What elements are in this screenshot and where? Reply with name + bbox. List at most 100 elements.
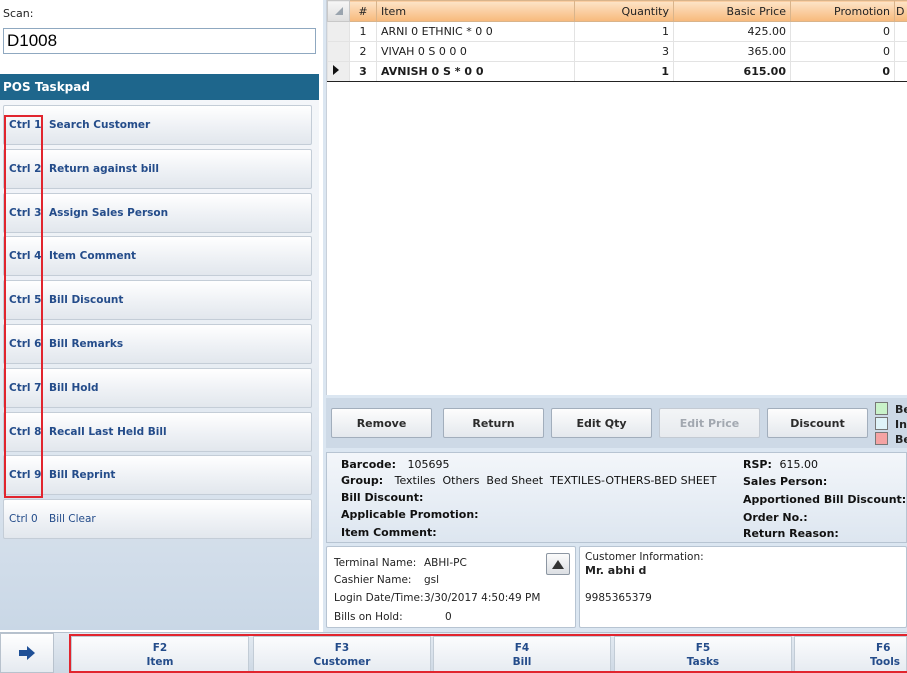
terminal-name-value: ABHI-PC: [424, 557, 467, 569]
select-all-icon: [334, 6, 343, 15]
row-indicator[interactable]: [327, 21, 350, 42]
taskpad-bill-remarks-button[interactable]: Ctrl 6 Bill Remarks: [3, 324, 312, 364]
function-key: F2: [152, 641, 168, 654]
scan-label: Scan:: [3, 7, 34, 20]
terminal-info-panel: Terminal Name: ABHI-PC Cashier Name: gsl…: [326, 546, 576, 628]
column-header-number[interactable]: #: [349, 0, 377, 22]
column-header-item[interactable]: Item: [376, 0, 575, 22]
f4-bill-button[interactable]: F4 Bill: [433, 636, 611, 673]
cell-item: AVNISH 0 S * 0 0: [376, 61, 575, 82]
function-label: Bill: [512, 655, 532, 668]
legend-label: Be: [895, 403, 907, 416]
shortcut-key: Ctrl 0: [9, 513, 38, 525]
shortcut-key: Ctrl 9: [9, 469, 42, 481]
group-label: Group:: [341, 474, 384, 487]
row-indicator-header: [327, 0, 350, 22]
cell-item: VIVAH 0 S 0 0 0: [376, 41, 575, 62]
cell-item: ARNI 0 ETHNIC * 0 0: [376, 21, 575, 42]
barcode-row: Barcode: 105695: [341, 458, 450, 471]
cell-promotion: 0: [790, 61, 895, 82]
column-header-promotion[interactable]: Promotion: [790, 0, 895, 22]
row-indicator[interactable]: [327, 41, 350, 62]
customer-info-title: Customer Information:: [585, 551, 704, 563]
taskpad-assign-sales-person-button[interactable]: Ctrl 3 Assign Sales Person: [3, 193, 312, 233]
cell-basic-price: 425.00: [673, 21, 791, 42]
legend-label: In: [895, 418, 907, 431]
cell-basic-price: 615.00: [673, 61, 791, 82]
terminal-name-label: Terminal Name:: [334, 557, 417, 569]
taskpad-item-label: Search Customer: [49, 119, 151, 131]
cell-quantity: 1: [574, 61, 674, 82]
f3-customer-button[interactable]: F3 Customer: [253, 636, 431, 673]
item-grid[interactable]: # Item Quantity Basic Price Promotion D …: [326, 0, 907, 395]
column-header-basic-price[interactable]: Basic Price: [673, 0, 791, 22]
taskpad-item-label: Assign Sales Person: [49, 207, 169, 219]
discount-button[interactable]: Discount: [767, 408, 868, 438]
cashier-name-label: Cashier Name:: [334, 574, 412, 586]
column-header-discount[interactable]: D: [894, 0, 907, 22]
column-header-quantity[interactable]: Quantity: [574, 0, 674, 22]
table-row[interactable]: 2 VIVAH 0 S 0 0 0 3 365.00 0: [327, 41, 907, 62]
taskpad-item-label: Bill Clear: [49, 513, 96, 525]
table-header-row: # Item Quantity Basic Price Promotion D: [327, 0, 907, 22]
function-key: F6: [876, 641, 891, 654]
edit-price-button[interactable]: Edit Price: [659, 408, 760, 438]
scan-input[interactable]: [3, 28, 316, 54]
bills-on-hold-value: 0: [445, 611, 452, 623]
cell-discount: [894, 21, 907, 42]
taskpad-item-label: Return against bill: [49, 163, 160, 175]
function-label: Tasks: [686, 655, 720, 668]
apportioned-label: Apportioned Bill Discount:: [743, 493, 907, 506]
item-detail-panel: Barcode: 105695 Group: Textiles Others B…: [326, 452, 907, 543]
edit-qty-button[interactable]: Edit Qty: [551, 408, 652, 438]
taskpad-bill-reprint-button[interactable]: Ctrl 9 Bill Reprint: [3, 455, 312, 495]
taskpad-bill-clear-button[interactable]: Ctrl 0 Bill Clear: [3, 499, 312, 539]
legend-swatch-light-blue: [875, 417, 888, 430]
remove-button[interactable]: Remove: [331, 408, 432, 438]
shortcut-key: Ctrl 7: [9, 382, 42, 394]
customer-info-panel: Customer Information: Mr. abhi d 9985365…: [579, 546, 907, 628]
taskpad-item-label: Bill Discount: [49, 294, 124, 306]
shortcut-key: Ctrl 6: [9, 338, 42, 350]
item-table: # Item Quantity Basic Price Promotion D …: [327, 0, 907, 82]
group-row: Group: Textiles Others Bed Sheet TEXTILE…: [341, 474, 716, 487]
function-key: F4: [514, 641, 530, 654]
arrow-right-icon: [19, 646, 35, 660]
function-label: Tools: [870, 655, 901, 668]
cell-discount: [894, 41, 907, 62]
apportioned-row: Apportioned Bill Discount: 0: [743, 493, 907, 506]
taskpad-item-label: Bill Hold: [49, 382, 99, 394]
taskpad-return-against-bill-button[interactable]: Ctrl 2 Return against bill: [3, 149, 312, 189]
function-key: F5: [695, 641, 711, 654]
function-label: Customer: [313, 655, 371, 668]
row-indicator[interactable]: [327, 61, 350, 82]
item-comment-label: Item Comment:: [341, 526, 437, 539]
expand-menu-button[interactable]: [0, 633, 54, 673]
taskpad-item-label: Item Comment: [49, 250, 137, 262]
taskpad-item-comment-button[interactable]: Ctrl 4 Item Comment: [3, 236, 312, 276]
shortcut-key: Ctrl 3: [9, 207, 42, 219]
function-key: F3: [334, 641, 350, 654]
f6-tools-button[interactable]: F6 Tools: [794, 636, 907, 673]
table-row-selected[interactable]: 3 AVNISH 0 S * 0 0 1 615.00 0: [327, 61, 907, 82]
cell-discount: [894, 61, 907, 82]
taskpad-title: POS Taskpad: [0, 74, 319, 100]
shortcut-key: Ctrl 2: [9, 163, 42, 175]
item-action-bar: Remove Return Edit Qty Edit Price Discou…: [326, 398, 907, 448]
taskpad-bill-hold-button[interactable]: Ctrl 7 Bill Hold: [3, 368, 312, 408]
taskpad-bill-discount-button[interactable]: Ctrl 5 Bill Discount: [3, 280, 312, 320]
rsp-row: RSP: 615.00: [743, 458, 818, 471]
bills-on-hold-label: Bills on Hold:: [334, 611, 403, 623]
f5-tasks-button[interactable]: F5 Tasks: [614, 636, 792, 673]
taskpad-search-customer-button[interactable]: Ctrl 1 Search Customer: [3, 105, 312, 145]
table-row[interactable]: 1 ARNI 0 ETHNIC * 0 0 1 425.00 0: [327, 21, 907, 42]
row-pointer-icon: [333, 65, 339, 75]
f2-item-button[interactable]: F2 Item: [71, 636, 249, 673]
return-button[interactable]: Return: [443, 408, 544, 438]
collapse-button[interactable]: [546, 553, 570, 575]
legend-swatch-red: [875, 432, 888, 445]
login-datetime-label: Login Date/Time:: [334, 592, 424, 604]
taskpad-recall-last-held-bill-button[interactable]: Ctrl 8 Recall Last Held Bill: [3, 412, 312, 452]
cell-promotion: 0: [790, 41, 895, 62]
shortcut-key: Ctrl 5: [9, 294, 42, 306]
